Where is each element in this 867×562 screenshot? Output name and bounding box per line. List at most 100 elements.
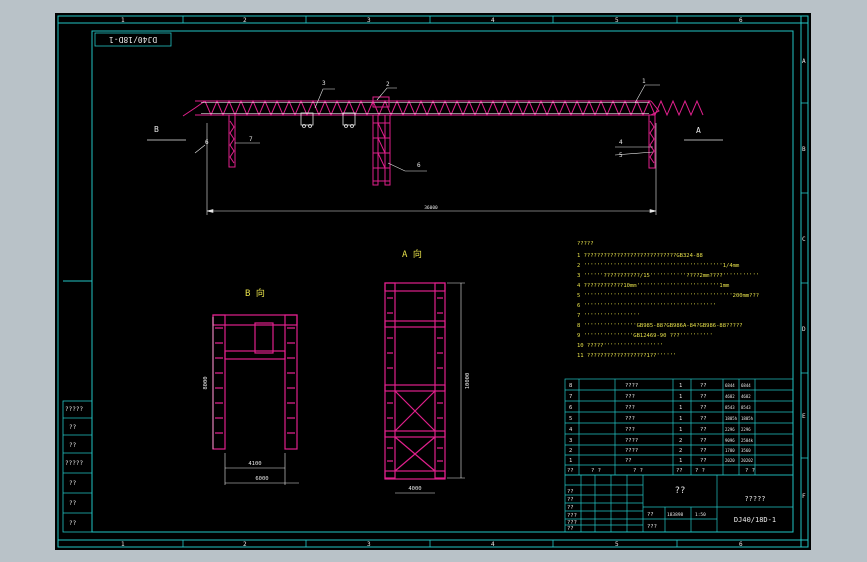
bom-r8-no: 8 — [569, 383, 572, 389]
balloon-2: 2 — [386, 81, 390, 88]
balloon-6a: 6 — [417, 162, 421, 169]
title-field-7: ?? — [647, 512, 654, 518]
view-a-frame — [384, 282, 446, 480]
balloon-1: 1 — [642, 78, 646, 85]
grid-top-1: 1 — [121, 17, 125, 24]
bom-r7-name: ??? — [625, 394, 635, 400]
bom-r6-no: 6 — [569, 405, 572, 411]
bom-r3-name: ???? — [625, 438, 638, 444]
note-5: 5 ''''''''''''''''''''''''''''''''''''''… — [577, 293, 759, 299]
bom-r5-name: ??? — [625, 416, 635, 422]
bom-header-mat: ? ? — [695, 468, 705, 474]
title-field-2: ?? — [567, 497, 574, 503]
bom-r1-mat: ?? — [700, 458, 707, 464]
bom-r6-qty: 1 — [679, 405, 682, 411]
grid-right-b: B — [802, 146, 806, 153]
bom-r2-qty: 2 — [679, 448, 682, 454]
grid-right-f: F — [802, 493, 806, 500]
balloon-5: 5 — [619, 152, 623, 159]
technical-notes: ????? 1 ????????????????????????????GB32… — [577, 241, 759, 359]
grid-top-4: 4 — [491, 17, 495, 24]
view-b-dims — [212, 317, 299, 485]
grid-top-3: 3 — [367, 17, 371, 24]
grid-top-5: 5 — [615, 17, 619, 24]
span-dimension-label: 36000 — [424, 205, 438, 211]
balloon-7: 7 — [249, 136, 253, 143]
note-10: 10 ?????'''''''''''''''''' — [577, 343, 663, 349]
bom-r7-mat: ?? — [700, 394, 707, 400]
side-table-4: ????? — [65, 460, 83, 467]
bom-r1-total: 20202 — [741, 458, 754, 463]
bom-r2-no: 2 — [569, 448, 572, 454]
note-1: 1 ????????????????????????????GB324-88 — [577, 253, 703, 259]
bom-r7-total: 4682 — [741, 394, 751, 399]
right-leg — [648, 114, 656, 169]
bom-r6-total: 8543 — [741, 405, 751, 410]
view-b-width-dim: 4100 — [248, 461, 261, 467]
bom-r8-qty: 1 — [679, 383, 682, 389]
view-b-marker: B — [154, 125, 159, 134]
grid-bottom-5: 5 — [615, 541, 619, 548]
grid-bottom-4: 4 — [491, 541, 495, 548]
side-table-5: ?? — [69, 480, 77, 487]
side-table-6: ?? — [69, 500, 77, 507]
bom-r8-unit: 6844 — [725, 383, 735, 388]
note-7: 7 ''''''''''''''''' — [577, 313, 640, 319]
side-table-1: ????? — [65, 406, 83, 413]
bom-r6-unit: 8543 — [725, 405, 735, 410]
view-a-width-dim: 4000 — [408, 486, 421, 492]
drawing-canvas[interactable]: 1 2 3 4 5 6 1 2 3 4 5 6 A B C D E F DJ40… — [55, 13, 811, 550]
bom-r7-unit: 4682 — [725, 394, 735, 399]
view-b-title: B 向 — [245, 287, 265, 299]
side-table-7: ?? — [69, 520, 77, 527]
note-6: 6 ''''''''''''''''''''''''''''''''''''''… — [577, 303, 716, 309]
bom-header-no: ?? — [567, 468, 574, 474]
bom-r5-unit: 1805h — [725, 416, 738, 421]
title-weight: 183898 — [667, 512, 684, 518]
note-9: 9 '''''''''''''''GB12469-90 ???'''''''''… — [577, 333, 713, 339]
bom-header-name: ? ? — [591, 468, 601, 474]
bom-header-spec: ? ? — [633, 468, 643, 474]
bom-r1-qty: 1 — [679, 458, 682, 464]
note-11: 11 ??????????????????1??'''''' — [577, 353, 676, 359]
notes-heading: ????? — [577, 241, 594, 247]
balloon-4: 4 — [619, 139, 623, 146]
bom-r1-no: 1 — [569, 458, 572, 464]
bom-r2-mat: ?? — [700, 448, 707, 454]
grid-bottom-2: 2 — [243, 541, 247, 548]
note-2: 2 ''''''''''''''''''''''''''''''''''''''… — [577, 263, 740, 269]
bom-r2-total: 3560 — [741, 448, 751, 453]
grid-top-6: 6 — [739, 17, 743, 24]
note-4: 4 ????????????10mm''''''''''''''''''''''… — [577, 283, 730, 289]
bom-rows: 8 ???? 1 ?? 6844 6844 7 ??? 1 ?? 4682 46… — [567, 383, 755, 474]
grid-bottom-3: 3 — [367, 541, 371, 548]
title-main: ?? — [675, 486, 686, 496]
bom-r2-name: ???? — [625, 448, 638, 454]
grid-right-d: D — [802, 326, 806, 333]
bom-r5-total: 1805h — [741, 416, 754, 421]
bom-r3-total: 2584k — [741, 438, 754, 443]
view-a-marker: A — [696, 126, 701, 135]
bom-r3-qty: 2 — [679, 438, 682, 444]
balloon-3: 3 — [322, 80, 326, 87]
bom-r6-mat: ?? — [700, 405, 707, 411]
grid-bottom-1: 1 — [121, 541, 125, 548]
bom-r7-no: 7 — [569, 394, 572, 400]
note-3: 3 ''''''???????????/15'''''''''''????2mm… — [577, 273, 759, 279]
drawing-number-box: DJ40/18D-1 — [94, 32, 172, 47]
grid-right-a: A — [802, 58, 806, 65]
cad-viewport[interactable]: 1 2 3 4 5 6 1 2 3 4 5 6 A B C D E F DJ40… — [55, 13, 811, 550]
view-b-outer-dim: 6000 — [255, 476, 268, 482]
view-a-height-dim: 10000 — [465, 373, 471, 390]
bom-r8-total: 6844 — [741, 383, 751, 388]
view-b-frame — [212, 314, 298, 450]
title-drawing-no: DJ40/18D-1 — [734, 516, 776, 524]
bom-r4-name: ??? — [625, 427, 635, 433]
grid-right-c: C — [802, 236, 806, 243]
bom-r4-unit: 2296 — [725, 427, 735, 432]
svg-text:DJ40/18D-1: DJ40/18D-1 — [109, 35, 157, 44]
bom-r2-unit: 1780 — [725, 448, 735, 453]
bom-r4-qty: 1 — [679, 427, 682, 433]
bom-r3-unit: 9096 — [725, 438, 735, 443]
grid-top-2: 2 — [243, 17, 247, 24]
